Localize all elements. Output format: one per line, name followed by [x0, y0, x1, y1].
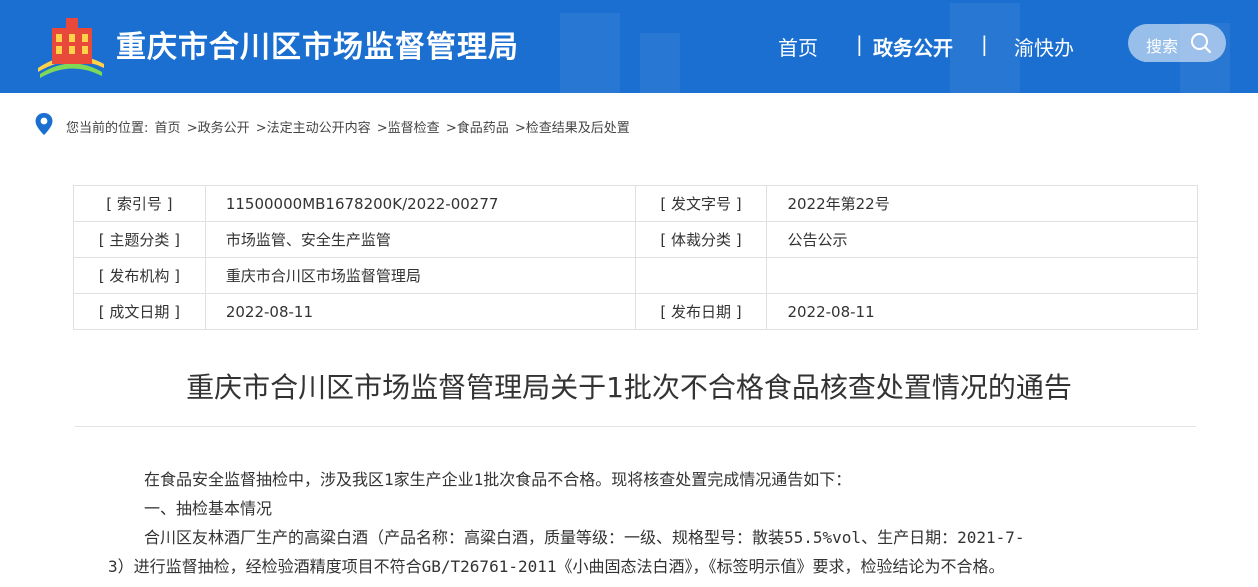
header-skyline-decoration: [640, 33, 680, 93]
nav-separator: |: [981, 32, 988, 56]
meta-value: [766, 257, 1198, 294]
table-row: [ 索引号 ] 11500000MB1678200K/2022-00277 [ …: [73, 185, 1198, 222]
breadcrumb-prefix: 您当前的位置:: [66, 121, 149, 136]
breadcrumb-item-food-drug[interactable]: >食品药品: [446, 121, 509, 136]
meta-value: 公告公示: [766, 221, 1198, 258]
nav-home-link[interactable]: 首页: [778, 32, 818, 61]
meta-key: [ 发文字号 ]: [634, 185, 768, 222]
body-paragraph: 在食品安全监督抽检中，涉及我区1家生产企业1批次食品不合格。现将核查处置完成情况…: [144, 470, 852, 489]
site-logo-icon[interactable]: [36, 14, 106, 80]
nav-gov-open-link[interactable]: 政务公开: [873, 32, 953, 61]
breadcrumb-item-home[interactable]: 首页: [155, 121, 181, 136]
title-divider: [75, 426, 1196, 427]
meta-key: [ 成文日期 ]: [73, 293, 206, 330]
meta-value: 11500000MB1678200K/2022-00277: [204, 185, 636, 222]
nav-yukuaiban-link[interactable]: 渝快办: [1014, 32, 1074, 61]
breadcrumb-item-supervision[interactable]: >监督检查: [377, 121, 440, 136]
breadcrumb: 您当前的位置: 首页 >政务公开 >法定主动公开内容 >监督检查 >食品药品 >…: [66, 117, 632, 136]
document-body: 在食品安全监督抽检中，涉及我区1家生产企业1批次食品不合格。现将核查处置完成情况…: [108, 465, 1168, 581]
search-button[interactable]: 搜索: [1128, 24, 1226, 62]
meta-key: [ 主题分类 ]: [73, 221, 206, 258]
meta-key: [634, 257, 768, 294]
breadcrumb-item-results[interactable]: >检查结果及后处置: [515, 121, 630, 136]
nav-separator: |: [856, 32, 863, 56]
meta-value: 重庆市合川区市场监督管理局: [204, 257, 636, 294]
header-skyline-decoration: [560, 13, 620, 93]
meta-value: 2022年第22号: [766, 185, 1198, 222]
site-header: 重庆市合川区市场监督管理局 首页 | 政务公开 | 渝快办 搜索: [0, 0, 1258, 93]
location-pin-icon: [35, 113, 53, 135]
table-row: [ 成文日期 ] 2022-08-11 [ 发布日期 ] 2022-08-11: [73, 293, 1198, 330]
meta-value: 2022-08-11: [766, 293, 1198, 330]
meta-key: [ 体裁分类 ]: [634, 221, 768, 258]
meta-value: 市场监管、安全生产监管: [204, 221, 636, 258]
breadcrumb-item-statutory[interactable]: >法定主动公开内容: [256, 121, 371, 136]
table-row: [ 主题分类 ] 市场监管、安全生产监管 [ 体裁分类 ] 公告公示: [73, 221, 1198, 258]
breadcrumb-item-gov-open[interactable]: >政务公开: [187, 121, 250, 136]
meta-key: [ 发布机构 ]: [73, 257, 206, 294]
search-icon: [1191, 33, 1212, 54]
meta-key: [ 发布日期 ]: [634, 293, 768, 330]
meta-key: [ 索引号 ]: [73, 185, 206, 222]
meta-value: 2022-08-11: [204, 293, 636, 330]
body-paragraph-continuation: 3）进行监督抽检，经检验酒精度项目不符合GB/T26761-2011《小曲固态法…: [108, 557, 1005, 576]
table-row: [ 发布机构 ] 重庆市合川区市场监督管理局: [73, 257, 1198, 294]
document-meta-table: [ 索引号 ] 11500000MB1678200K/2022-00277 [ …: [73, 185, 1198, 330]
site-title[interactable]: 重庆市合川区市场监督管理局: [116, 22, 519, 66]
body-paragraph: 合川区友林酒厂生产的高粱白酒（产品名称：高粱白酒，质量等级：一级、规格型号：散装…: [144, 528, 1025, 547]
document-title: 重庆市合川区市场监督管理局关于1批次不合格食品核查处置情况的通告: [186, 371, 1072, 404]
search-button-label: 搜索: [1146, 37, 1179, 56]
body-section-heading: 一、抽检基本情况: [144, 499, 273, 518]
